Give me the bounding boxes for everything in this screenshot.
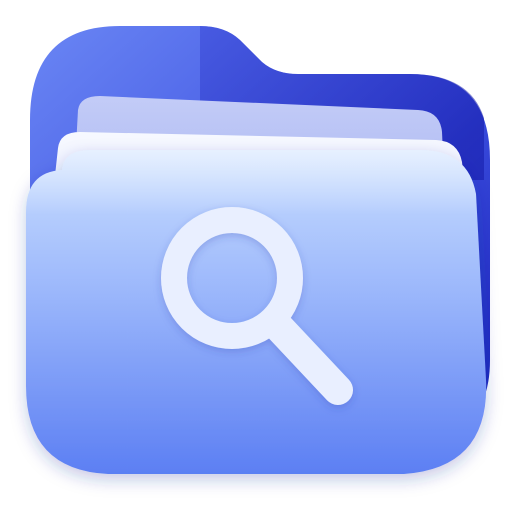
app-icon <box>0 0 512 512</box>
folder-search-icon <box>26 26 490 474</box>
folder-front <box>26 150 487 474</box>
